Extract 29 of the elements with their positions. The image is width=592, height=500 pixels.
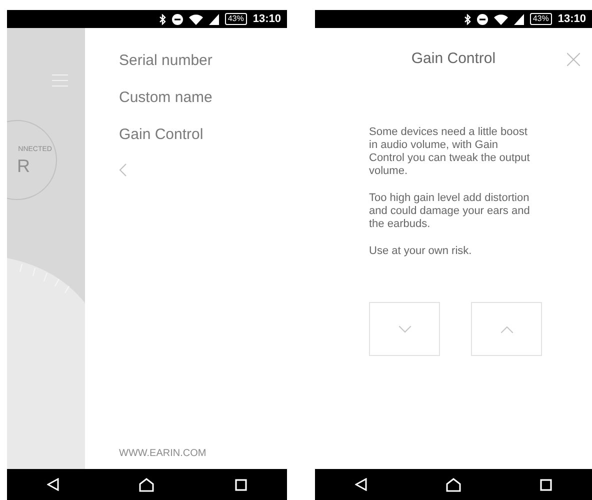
menu-item[interactable]: Custom name xyxy=(119,87,287,124)
status-time: 13:10 xyxy=(252,12,281,27)
menu-item[interactable]: Gain Control xyxy=(119,124,287,161)
recents-icon[interactable] xyxy=(234,478,247,490)
signal-icon xyxy=(514,14,524,24)
bluetooth-icon xyxy=(464,14,471,24)
status-time: 13:10 xyxy=(558,12,586,27)
battery-indicator: 43% xyxy=(530,13,552,25)
home-icon[interactable] xyxy=(446,478,461,492)
back-icon[interactable] xyxy=(354,478,367,491)
wifi-icon xyxy=(494,14,508,24)
info-paragraph: Use at your own risk. xyxy=(369,245,473,258)
recents-icon[interactable] xyxy=(540,478,552,490)
signal-icon xyxy=(208,14,219,24)
wifi-icon xyxy=(188,14,203,24)
info-paragraph: Some devices need a little boost in audio volume, with Gain Control you can tweak the output volume. xyxy=(369,126,530,178)
chevron-down-icon xyxy=(398,326,410,332)
menu-item[interactable]: Serial number xyxy=(119,50,287,87)
do-not-disturb-icon xyxy=(476,14,488,24)
home-icon[interactable] xyxy=(139,478,154,492)
battery-indicator: 43% xyxy=(224,13,247,25)
badge-letter: R xyxy=(17,156,30,174)
chevron-up-icon xyxy=(500,326,512,332)
info-paragraph: Too high gain level add distortion and could damage your ears and the earbuds. xyxy=(369,192,530,231)
dialog-title: Gain Control xyxy=(411,48,496,69)
website-link[interactable]: WWW.EARIN.COM xyxy=(119,446,287,461)
back-icon[interactable] xyxy=(47,478,60,491)
do-not-disturb-icon xyxy=(172,14,183,24)
bluetooth-icon xyxy=(158,14,166,24)
